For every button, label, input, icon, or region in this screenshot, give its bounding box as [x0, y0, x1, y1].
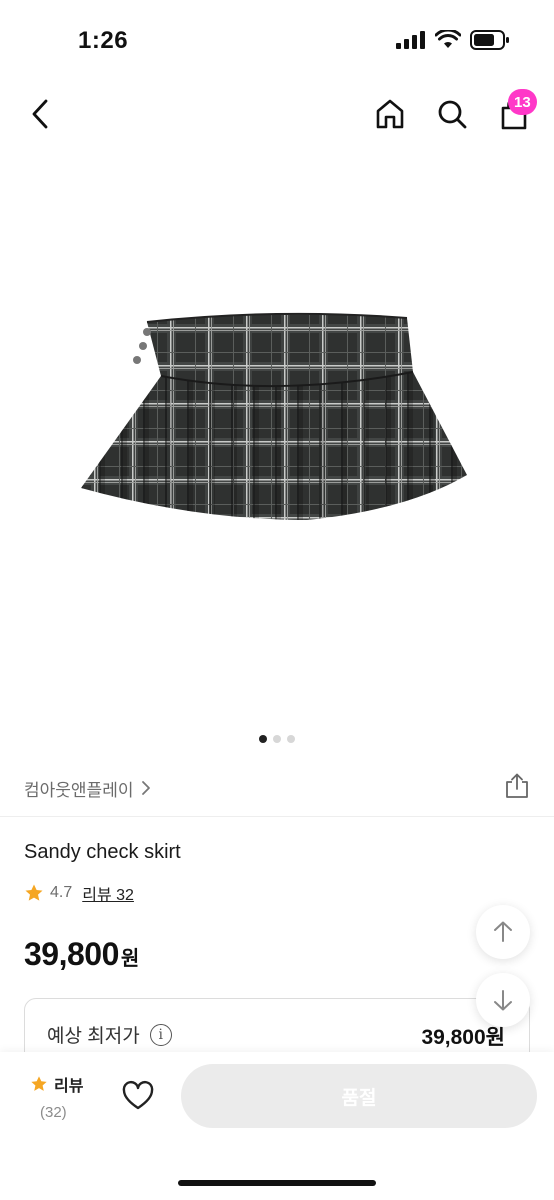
rating-row: 4.7 리뷰 32: [24, 881, 134, 905]
cellular-signal-icon: [396, 31, 425, 49]
product-image: [81, 312, 467, 520]
share-icon: [506, 773, 528, 798]
heart-icon: [122, 1080, 154, 1110]
rating-value: 4.7: [50, 884, 73, 901]
brand-name: 컴아웃앤플레이: [24, 780, 134, 800]
brand-row: 컴아웃앤플레이: [24, 772, 530, 804]
status-icons: [396, 30, 510, 50]
top-navigation: [0, 80, 554, 150]
bottom-review-title: 리뷰: [30, 1072, 110, 1096]
star-icon: [31, 1076, 47, 1091]
gallery-dot[interactable]: [259, 735, 267, 743]
price: 39,800: [24, 936, 119, 972]
product-image-gallery[interactable]: [0, 150, 554, 720]
gallery-dot[interactable]: [273, 735, 281, 743]
bottom-review-summary[interactable]: 리뷰 (32): [30, 1072, 110, 1121]
share-button[interactable]: [504, 772, 530, 805]
wishlist-button[interactable]: [120, 1078, 156, 1114]
search-icon: [438, 100, 467, 129]
arrow-down-icon: [494, 990, 512, 1011]
back-button[interactable]: [24, 96, 56, 132]
brand-link[interactable]: 컴아웃앤플레이: [24, 776, 151, 801]
product-name: Sandy check skirt: [24, 841, 181, 863]
bottom-review-label: 리뷰: [54, 1078, 84, 1095]
sold-out-button[interactable]: 품절: [181, 1064, 537, 1128]
lowest-price-label: 예상 최저가: [47, 1026, 140, 1047]
status-time: 1:26: [78, 27, 129, 54]
home-indicator: [178, 1180, 376, 1186]
divider: [0, 816, 554, 817]
scroll-top-button[interactable]: [476, 905, 530, 959]
home-icon: [376, 99, 404, 129]
star-icon: [25, 884, 43, 901]
arrow-up-icon: [494, 921, 512, 942]
review-link[interactable]: 리뷰 32: [82, 881, 134, 905]
cart-count-badge: 13: [508, 89, 537, 115]
info-icon[interactable]: i: [149, 1023, 172, 1046]
search-button[interactable]: [434, 96, 470, 132]
bottom-action-bar: 리뷰 (32) 품절: [0, 1052, 554, 1200]
wifi-icon: [435, 30, 461, 48]
gallery-pagination: [0, 735, 554, 743]
price-unit: 원: [120, 948, 140, 970]
status-bar: 1:26: [0, 0, 554, 80]
price-row: 39,800 원: [24, 936, 139, 973]
lowest-price-label-group: 예상 최저가 i: [47, 1021, 172, 1048]
chevron-right-icon: [142, 781, 151, 795]
chevron-left-icon: [32, 99, 48, 129]
scroll-down-button[interactable]: [476, 973, 530, 1027]
lowest-price-value: 39,800원: [421, 1026, 505, 1049]
bottom-review-count: (32): [40, 1104, 67, 1121]
battery-icon: [470, 30, 509, 50]
gallery-dot[interactable]: [287, 735, 295, 743]
home-button[interactable]: [372, 96, 408, 132]
